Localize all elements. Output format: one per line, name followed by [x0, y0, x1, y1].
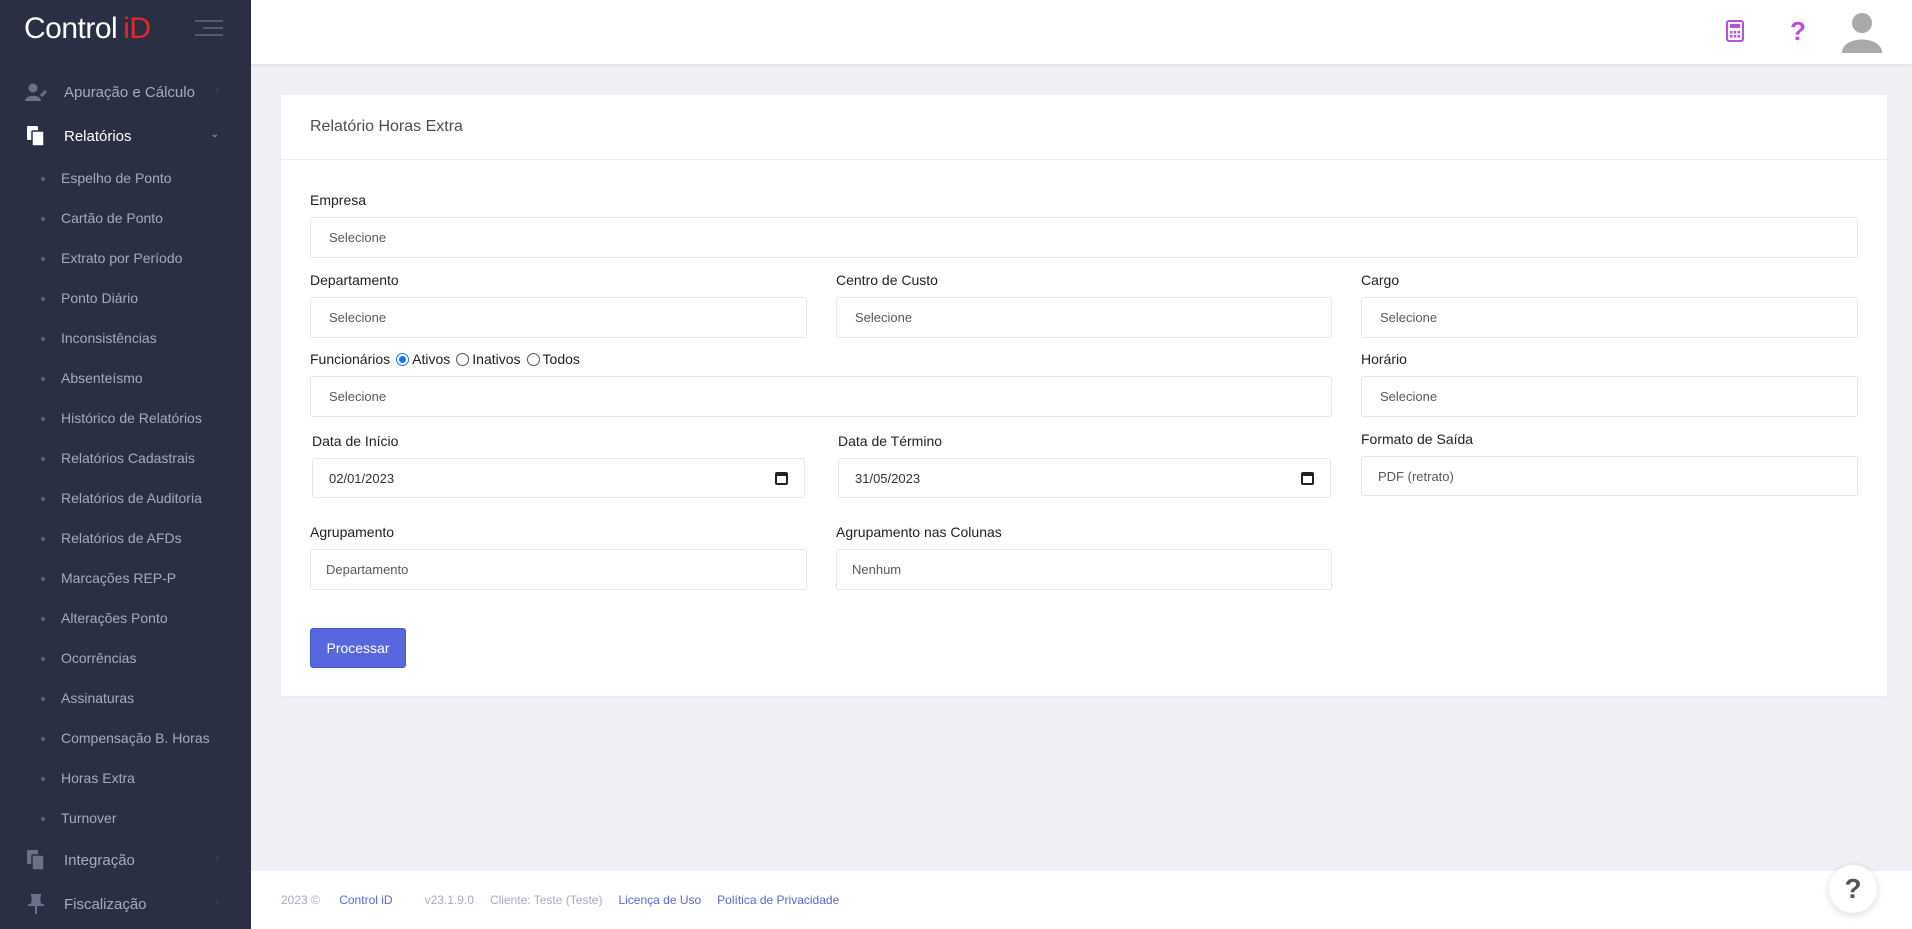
user-edit-icon — [24, 82, 48, 102]
centro-custo-field: Centro de Custo Selecione — [836, 271, 1332, 338]
sidebar-subitem-turnover[interactable]: Turnover — [0, 798, 251, 838]
sidebar-item-label: Fiscalização — [64, 895, 147, 913]
sidebar-subitem-assinaturas[interactable]: Assinaturas — [0, 678, 251, 718]
funcionarios-field: Funcionários Ativos Inativos Todos Selec… — [310, 350, 1332, 417]
formato-saida-field: Formato de Saída PDF (retrato) — [1361, 430, 1858, 496]
card-header: Relatório Horas Extra — [281, 95, 1887, 160]
sidebar-subitem-rep-p[interactable]: Marcações REP-P — [0, 558, 251, 598]
files-icon — [24, 850, 48, 870]
pin-icon — [24, 894, 48, 914]
sidebar-subitem-historico[interactable]: Histórico de Relatórios — [0, 398, 251, 438]
sidebar-subitem-extrato[interactable]: Extrato por Período — [0, 238, 251, 278]
data-inicio-label: Data de Início — [312, 433, 399, 449]
sidebar-item-label: Integração — [64, 851, 135, 869]
sidebar-subitem-horas-extra[interactable]: Horas Extra — [0, 758, 251, 798]
sidebar-subitem-auditoria[interactable]: Relatórios de Auditoria — [0, 478, 251, 518]
footer-client: Cliente: Teste (Teste) — [489, 893, 603, 907]
departamento-field: Departamento Selecione — [310, 271, 807, 338]
funcionarios-select[interactable]: Selecione — [310, 376, 1332, 417]
formato-saida-label: Formato de Saída — [1361, 431, 1474, 447]
sidebar-subitem-cartao[interactable]: Cartão de Ponto — [0, 198, 251, 238]
footer-license-link[interactable]: Licença de Uso — [618, 893, 701, 907]
brand-name: Control iD — [24, 12, 151, 45]
footer-privacy-link[interactable]: Política de Privacidade — [717, 893, 839, 907]
user-avatar-icon[interactable] — [1839, 8, 1885, 54]
agrupamento-select[interactable]: Departamento — [310, 549, 807, 590]
sidebar-item-label: Relatórios — [64, 127, 132, 145]
radio-todos-label: Todos — [542, 351, 580, 367]
top-bar: ? — [251, 0, 1912, 64]
sidebar-item-integracao[interactable]: Integração › — [0, 838, 251, 882]
agrupamento-label: Agrupamento — [310, 524, 395, 540]
brand-logo[interactable]: Control iD — [0, 0, 251, 58]
data-termino-field: Data de Término 31/05/2023 — [838, 432, 1331, 498]
data-termino-label: Data de Término — [838, 433, 943, 449]
calendar-icon[interactable] — [775, 472, 788, 485]
data-inicio-field: Data de Início 02/01/2023 — [312, 432, 805, 498]
agrupamento-field: Agrupamento Departamento — [310, 523, 807, 590]
funcionarios-label-row: Funcionários Ativos Inativos Todos — [310, 350, 1332, 368]
files-icon — [24, 126, 48, 146]
sidebar-subitem-ocorrencias[interactable]: Ocorrências — [0, 638, 251, 678]
agrupamento-colunas-select[interactable]: Nenhum — [836, 549, 1332, 590]
empresa-select[interactable]: Selecione — [310, 217, 1858, 258]
radio-inativos-label: Inativos — [472, 351, 521, 367]
sidebar-item-fiscalizacao[interactable]: Fiscalização › — [0, 882, 251, 926]
sidebar-item-apuracao[interactable]: Apuração e Cálculo › — [0, 70, 251, 114]
help-fab-button[interactable]: ? — [1829, 865, 1877, 913]
radio-inativos[interactable] — [456, 352, 470, 366]
cargo-label: Cargo — [1361, 272, 1400, 288]
report-card: Relatório Horas Extra Empresa Selecione … — [281, 95, 1887, 696]
footer-brand-link[interactable]: Control iD — [339, 893, 392, 907]
sidebar-subitem-absenteismo[interactable]: Absenteísmo — [0, 358, 251, 398]
calculator-icon[interactable] — [1720, 16, 1750, 46]
footer-version: v23.1.9.0 — [424, 893, 474, 907]
sidebar-subitem-inconsistencias[interactable]: Inconsistências — [0, 318, 251, 358]
processar-button[interactable]: Processar — [310, 628, 406, 668]
page-title: Relatório Horas Extra — [310, 118, 463, 135]
chevron-down-icon: ⌄ — [210, 129, 219, 140]
empresa-label: Empresa — [310, 192, 367, 208]
centro-custo-label: Centro de Custo — [836, 272, 938, 288]
sidebar-subitem-afds[interactable]: Relatórios de AFDs — [0, 518, 251, 558]
sidebar-item-relatorios[interactable]: Relatórios ⌄ — [0, 114, 251, 158]
chevron-right-icon: › — [215, 897, 219, 908]
cargo-field: Cargo Selecione — [1361, 271, 1858, 338]
funcionarios-label: Funcionários — [310, 351, 391, 367]
question-mark-icon: ? — [1844, 873, 1862, 904]
departamento-label: Departamento — [310, 272, 399, 288]
footer: 2023 © Control iD v23.1.9.0 Cliente: Tes… — [251, 871, 1912, 929]
sidebar-subitem-alteracoes[interactable]: Alterações Ponto — [0, 598, 251, 638]
radio-todos[interactable] — [526, 352, 540, 366]
data-inicio-input[interactable]: 02/01/2023 — [312, 458, 805, 498]
calendar-icon[interactable] — [1301, 472, 1314, 485]
horario-select[interactable]: Selecione — [1361, 376, 1858, 417]
departamento-select[interactable]: Selecione — [310, 297, 807, 338]
agrupamento-colunas-field: Agrupamento nas Colunas Nenhum — [836, 523, 1332, 590]
sidebar-subitem-espelho[interactable]: Espelho de Ponto — [0, 158, 251, 198]
data-termino-value: 31/05/2023 — [855, 470, 921, 486]
horario-label: Horário — [1361, 351, 1407, 367]
data-inicio-value: 02/01/2023 — [329, 470, 395, 486]
chevron-right-icon: › — [215, 853, 219, 864]
centro-custo-select[interactable]: Selecione — [836, 297, 1332, 338]
radio-ativos-label: Ativos — [412, 351, 451, 367]
formato-saida-select[interactable]: PDF (retrato) — [1361, 456, 1858, 496]
help-icon[interactable]: ? — [1783, 16, 1813, 46]
footer-copyright: 2023 © Control iD — [281, 893, 393, 907]
sidebar-item-label: Apuração e Cálculo — [64, 83, 195, 101]
reports-submenu: Espelho de Ponto Cartão de Ponto Extrato… — [0, 158, 251, 838]
radio-ativos[interactable] — [396, 352, 410, 366]
sidebar-subitem-compensacao[interactable]: Compensação B. Horas — [0, 718, 251, 758]
agrupamento-colunas-label: Agrupamento nas Colunas — [836, 524, 1002, 540]
empresa-field: Empresa Selecione — [310, 191, 1858, 258]
sidebar: Control iD Apuração e Cálculo › Relatório… — [0, 0, 251, 929]
hamburger-menu-icon[interactable] — [195, 20, 223, 38]
sidebar-subitem-cadastrais[interactable]: Relatórios Cadastrais — [0, 438, 251, 478]
data-termino-input[interactable]: 31/05/2023 — [838, 458, 1331, 498]
chevron-right-icon: › — [215, 85, 219, 96]
sidebar-subitem-ponto-diario[interactable]: Ponto Diário — [0, 278, 251, 318]
horario-field: Horário Selecione — [1361, 350, 1858, 417]
cargo-select[interactable]: Selecione — [1361, 297, 1858, 338]
